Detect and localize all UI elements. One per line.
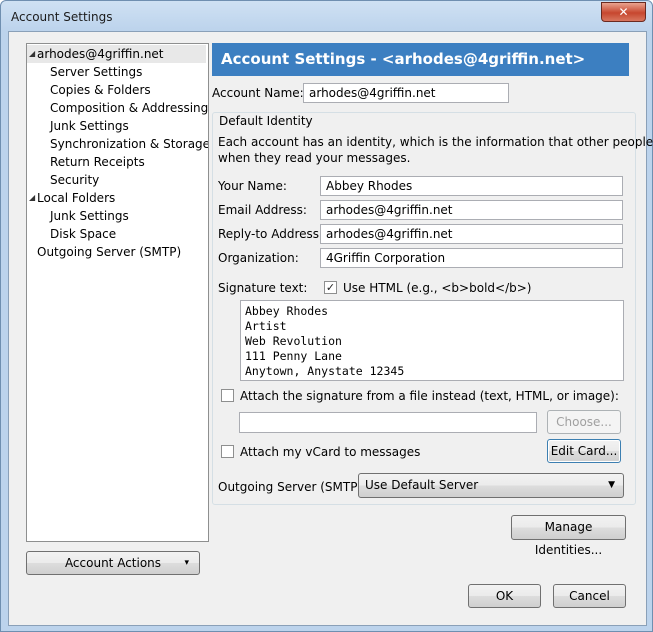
signature-line: 111 Penny Lane — [245, 349, 342, 363]
use-html-checkbox[interactable]: ✓ — [324, 281, 337, 294]
window-title: Account Settings — [11, 10, 113, 24]
signature-line: Abbey Rhodes — [245, 304, 329, 318]
collapse-icon[interactable]: ◢ — [29, 45, 35, 63]
close-button[interactable]: ✕ — [601, 2, 646, 22]
reply-to-field[interactable]: arhodes@4griffin.net — [320, 224, 623, 244]
signature-line: Web Revolution — [245, 334, 342, 348]
account-tree[interactable]: ◢ arhodes@4griffin.net Server Settings C… — [26, 43, 209, 542]
cancel-button[interactable]: Cancel — [553, 584, 626, 608]
tree-item-label: Junk Settings — [50, 119, 129, 133]
tree-item-sync-storage[interactable]: Synchronization & Storage — [50, 135, 209, 153]
identity-description-line2: when they read your messages. — [218, 151, 411, 165]
edit-card-button[interactable]: Edit Card... — [547, 439, 621, 463]
account-name-label: Account Name: — [212, 86, 304, 100]
tree-item-security[interactable]: Security — [50, 171, 99, 189]
tree-item-label: Composition & Addressing — [50, 101, 209, 115]
ok-button[interactable]: OK — [468, 584, 541, 608]
tree-item-label: Outgoing Server (SMTP) — [37, 245, 182, 259]
default-identity-title: Default Identity — [217, 114, 315, 128]
outgoing-server-select[interactable]: Use Default Server ▼ — [358, 473, 624, 498]
email-address-field[interactable]: arhodes@4griffin.net — [320, 200, 623, 220]
attach-vcard-label: Attach my vCard to messages — [240, 445, 421, 459]
signature-line: Anytown, Anystate 12345 — [245, 364, 405, 378]
identity-description-line1: Each account has an identity, which is t… — [218, 135, 653, 149]
tree-item-server-settings[interactable]: Server Settings — [50, 63, 142, 81]
dropdown-arrow-icon: ▼ — [608, 480, 615, 490]
dialog-body: ◢ arhodes@4griffin.net Server Settings C… — [8, 31, 653, 626]
tree-item-local-junk-settings[interactable]: Junk Settings — [50, 207, 129, 225]
tree-item-label: Server Settings — [50, 65, 143, 79]
manage-identities-button[interactable]: Manage Identities... — [511, 515, 626, 557]
your-name-field[interactable]: Abbey Rhodes — [320, 176, 623, 196]
collapse-icon[interactable]: ◢ — [29, 189, 35, 207]
close-icon: ✕ — [618, 5, 629, 19]
tree-item-label: Security — [50, 173, 100, 187]
signature-line: Artist — [245, 319, 287, 333]
outgoing-server-value: Use Default Server — [365, 478, 479, 492]
outgoing-server-label: Outgoing Server (SMTP): — [218, 480, 367, 494]
title-bar[interactable]: Account Settings ✕ — [1, 1, 652, 31]
account-name-field[interactable]: arhodes@4griffin.net — [303, 83, 509, 103]
account-actions-label: Account Actions — [64, 556, 162, 570]
organization-label: Organization: — [218, 251, 299, 265]
tree-item-label: Synchronization & Storage — [50, 137, 209, 151]
email-address-label: Email Address: — [218, 203, 307, 217]
tree-item-label: Return Receipts — [50, 155, 145, 169]
tree-item-account[interactable]: ◢ arhodes@4griffin.net — [27, 45, 206, 63]
signature-file-field[interactable] — [239, 412, 537, 433]
account-settings-window: Account Settings ✕ ◢ arhodes@4griffin.ne… — [0, 0, 653, 632]
organization-field[interactable]: 4Griffin Corporation — [320, 248, 623, 268]
tree-item-disk-space[interactable]: Disk Space — [50, 225, 116, 243]
tree-item-composition-addressing[interactable]: Composition & Addressing — [50, 99, 208, 117]
reply-to-label: Reply-to Address: — [218, 227, 324, 241]
tree-item-outgoing-server[interactable]: Outgoing Server (SMTP) — [37, 243, 181, 261]
tree-item-return-receipts[interactable]: Return Receipts — [50, 153, 145, 171]
your-name-label: Your Name: — [218, 179, 287, 193]
page-title: Account Settings - <arhodes@4griffin.net… — [212, 43, 629, 76]
signature-text-label: Signature text: — [218, 281, 308, 295]
signature-textarea[interactable]: Abbey Rhodes Artist Web Revolution 111 P… — [240, 300, 624, 381]
tree-item-junk-settings[interactable]: Junk Settings — [50, 117, 129, 135]
tree-item-label: Junk Settings — [50, 209, 129, 223]
tree-item-label: Copies & Folders — [50, 83, 151, 97]
choose-button[interactable]: Choose... — [547, 410, 621, 434]
use-html-label: Use HTML (e.g., <b>bold</b>) — [343, 281, 532, 295]
tree-item-label: Disk Space — [50, 227, 117, 241]
dropdown-arrow-icon: ▾ — [184, 558, 189, 568]
checkmark-icon: ✓ — [325, 281, 336, 294]
attach-vcard-checkbox[interactable] — [221, 445, 234, 458]
attach-signature-checkbox[interactable] — [221, 389, 234, 402]
tree-item-label: Local Folders — [37, 191, 116, 205]
account-actions-button[interactable]: Account Actions ▾ — [26, 551, 200, 575]
attach-signature-label: Attach the signature from a file instead… — [240, 389, 619, 403]
tree-item-copies-folders[interactable]: Copies & Folders — [50, 81, 151, 99]
tree-item-label: arhodes@4griffin.net — [37, 47, 164, 61]
